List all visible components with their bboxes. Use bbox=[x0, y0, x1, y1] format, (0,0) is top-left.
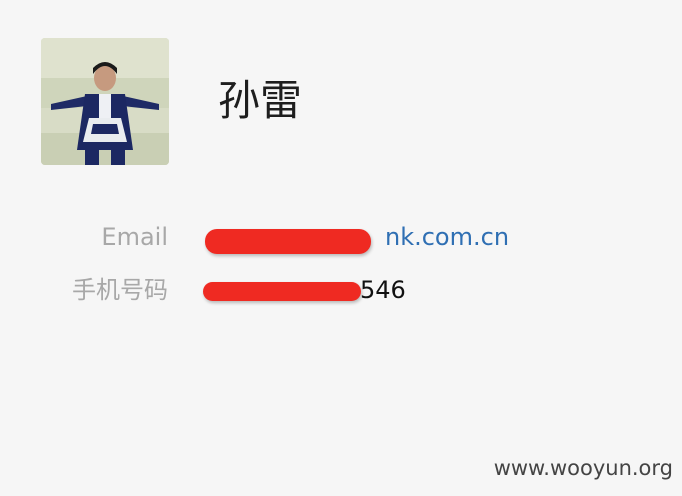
phone-label: 手机号码 bbox=[72, 276, 168, 304]
email-link[interactable]: nk.com.cn bbox=[385, 217, 509, 257]
email-redaction-mark bbox=[205, 229, 371, 254]
avatar-photo-icon bbox=[41, 38, 169, 165]
phone-value[interactable]: 546 bbox=[360, 270, 406, 310]
contact-name: 孙雷 bbox=[218, 76, 303, 125]
email-label: Email bbox=[101, 223, 168, 251]
phone-redaction-mark bbox=[203, 282, 361, 301]
avatar[interactable] bbox=[41, 38, 169, 165]
watermark: www.wooyun.org bbox=[493, 456, 673, 480]
contact-profile-page: 孙雷 Email nk.com.cn 手机号码 546 www.wooyun.o… bbox=[0, 0, 682, 496]
